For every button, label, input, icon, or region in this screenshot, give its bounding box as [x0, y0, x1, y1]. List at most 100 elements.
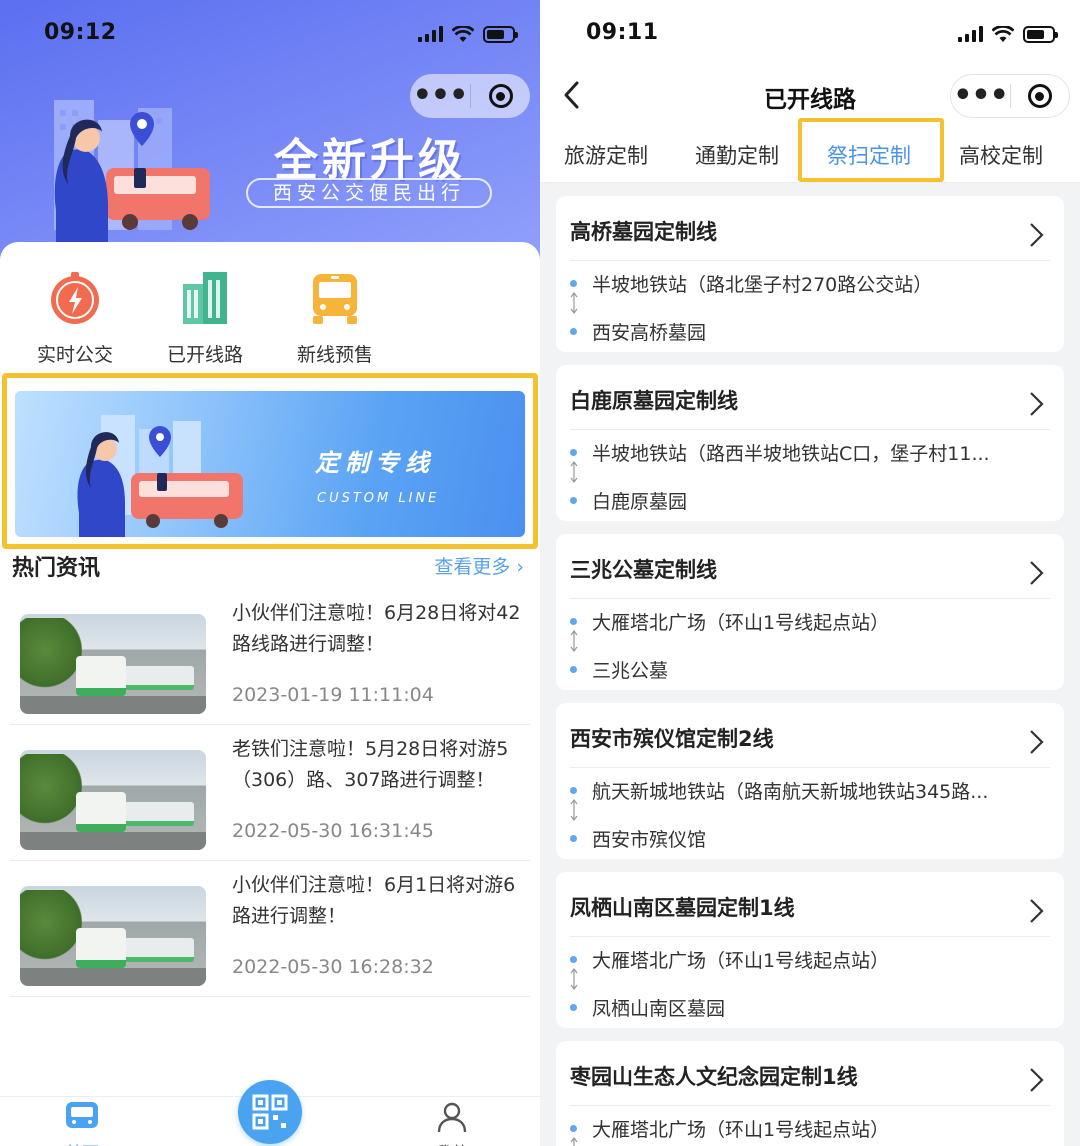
close-miniapp-icon[interactable]	[1011, 84, 1069, 108]
quick-open-routes[interactable]: 已开线路	[150, 270, 260, 367]
news-date: 2023-01-19 11:11:04	[232, 684, 434, 706]
route-card[interactable]: 凤栖山南区墓园定制1线 大雁塔北广场（环山1号线起点站） 凤栖山南区墓园	[556, 872, 1064, 1028]
hero-illustration	[54, 100, 210, 245]
quick-new-line-presale[interactable]: 新线预售	[280, 270, 390, 367]
route-card[interactable]: 三兆公墓定制线 大雁塔北广场（环山1号线起点站） 三兆公墓	[556, 534, 1064, 690]
end-dot-icon	[570, 835, 577, 842]
more-menu-icon[interactable]: •••	[951, 81, 1010, 111]
news-item[interactable]: 老铁们注意啦！5月28日将对游5（306）路、307路进行调整！ 2022-05…	[10, 726, 530, 861]
user-icon	[437, 1102, 467, 1133]
updown-arrow-icon	[570, 461, 578, 483]
quick-realtime-bus[interactable]: 实时公交	[20, 270, 130, 367]
route-origin: 大雁塔北广场（环山1号线起点站）	[592, 1119, 890, 1141]
route-name: 三兆公墓定制线	[570, 558, 717, 582]
route-card[interactable]: 高桥墓园定制线 半坡地铁站（路北堡子村270路公交站） 西安高桥墓园	[556, 196, 1064, 352]
chevron-right-icon	[1030, 392, 1044, 416]
miniapp-capsule: •••	[950, 74, 1070, 118]
route-origin: 半坡地铁站（路西半坡地铁站C口，堡子村11...	[592, 443, 990, 465]
tab-mine-label: 我的	[412, 1139, 492, 1146]
start-dot-icon	[570, 280, 577, 287]
route-card[interactable]: 西安市殡仪馆定制2线 航天新城地铁站（路南航天新城地铁站345路... 西安市殡…	[556, 703, 1064, 859]
status-time: 09:12	[44, 20, 117, 45]
end-dot-icon	[570, 497, 577, 504]
route-destination: 凤栖山南区墓园	[592, 998, 726, 1020]
chevron-right-icon	[1030, 899, 1044, 923]
news-thumbnail	[20, 614, 206, 714]
updown-arrow-icon	[570, 292, 578, 314]
news-section-header: 热门资讯 查看更多 ›	[12, 550, 524, 581]
route-destination: 西安市殡仪馆	[592, 829, 707, 851]
updown-arrow-icon	[570, 1137, 578, 1146]
route-name: 西安市殡仪馆定制2线	[570, 727, 774, 751]
start-dot-icon	[570, 1125, 577, 1132]
news-item[interactable]: 小伙伴们注意啦！6月1日将对游6路进行调整！ 2022-05-30 16:28:…	[10, 862, 530, 997]
battery-icon	[1023, 25, 1058, 43]
banner-subtitle: CUSTOM LINE	[317, 491, 440, 506]
route-card[interactable]: 白鹿原墓园定制线 半坡地铁站（路西半坡地铁站C口，堡子村11... 白鹿原墓园	[556, 365, 1064, 521]
updown-arrow-icon	[570, 799, 578, 821]
start-dot-icon	[570, 787, 577, 794]
lightning-icon	[47, 270, 103, 326]
route-origin: 大雁塔北广场（环山1号线起点站）	[592, 612, 890, 634]
route-name: 凤栖山南区墓园定制1线	[570, 896, 795, 920]
qr-code-icon	[252, 1094, 288, 1130]
bus-icon	[307, 270, 363, 326]
news-thumbnail	[20, 750, 206, 850]
route-name: 白鹿原墓园定制线	[570, 389, 738, 413]
close-miniapp-icon[interactable]	[471, 84, 530, 108]
chevron-right-icon	[1030, 223, 1044, 247]
see-more-label: 查看更多	[434, 556, 511, 578]
news-title: 老铁们注意啦！5月28日将对游5（306）路、307路进行调整！	[232, 738, 509, 791]
end-dot-icon	[570, 328, 577, 335]
custom-line-banner[interactable]: 定制专线 CUSTOM LINE	[15, 391, 525, 537]
route-card[interactable]: 枣园山生态人文纪念园定制1线 大雁塔北广场（环山1号线起点站）	[556, 1041, 1064, 1146]
highlight-frame	[798, 118, 944, 182]
news-title: 小伙伴们注意啦！6月1日将对游6路进行调整！	[232, 874, 516, 927]
wifi-icon	[452, 25, 474, 42]
banner-illustration	[77, 415, 243, 537]
start-dot-icon	[570, 956, 577, 963]
building-icon	[177, 270, 233, 326]
home-screen: 09:12 ••• 全新升级 西安公交便民出行 实时公交 已开线路 新线预售 定…	[0, 0, 540, 1146]
route-origin: 半坡地铁站（路北堡子村270路公交站）	[592, 274, 933, 296]
route-name: 枣园山生态人文纪念园定制1线	[570, 1065, 858, 1089]
battery-icon	[483, 25, 518, 43]
quick-label: 实时公交	[36, 344, 113, 366]
see-more-link[interactable]: 查看更多 ›	[434, 552, 524, 579]
route-origin: 航天新城地铁站（路南航天新城地铁站345路...	[592, 781, 989, 803]
tab-mine[interactable]: 我的	[412, 1101, 492, 1146]
tab-university-custom[interactable]: 高校定制	[959, 140, 1043, 170]
routes-screen: 09:11 已开线路 ••• 旅游定制 通勤定制 祭扫定制 高校定制 高桥墓园定…	[540, 0, 1080, 1146]
chevron-right-icon	[1030, 561, 1044, 585]
route-destination: 三兆公墓	[592, 660, 669, 682]
tab-home[interactable]: 首页	[42, 1101, 122, 1146]
status-bar-right: 09:11	[540, 0, 1080, 70]
quick-label: 已开线路	[166, 344, 243, 366]
news-item[interactable]: 小伙伴们注意啦！6月28日将对42路线路进行调整！ 2023-01-19 11:…	[10, 590, 530, 725]
tab-tourism-custom[interactable]: 旅游定制	[564, 140, 648, 170]
status-icons	[958, 22, 1058, 46]
highlight-frame: 定制专线 CUSTOM LINE	[2, 373, 538, 549]
home-bus-icon	[66, 1102, 98, 1128]
tab-commute-custom[interactable]: 通勤定制	[695, 140, 779, 170]
end-dot-icon	[570, 1004, 577, 1011]
route-destination: 白鹿原墓园	[592, 491, 688, 513]
status-icons	[418, 22, 518, 46]
hero-subtitle: 西安公交便民出行	[246, 178, 492, 208]
updown-arrow-icon	[570, 968, 578, 990]
status-bar-left: 09:12	[0, 0, 540, 70]
chevron-right-icon	[1030, 1068, 1044, 1092]
news-date: 2022-05-30 16:28:32	[232, 956, 434, 978]
route-destination: 西安高桥墓园	[592, 322, 707, 344]
route-origin: 大雁塔北广场（环山1号线起点站）	[592, 950, 890, 972]
news-thumbnail	[20, 886, 206, 986]
updown-arrow-icon	[570, 630, 578, 652]
more-menu-icon[interactable]: •••	[410, 81, 470, 111]
chevron-right-icon	[1030, 730, 1044, 754]
chevron-right-icon: ›	[516, 556, 524, 578]
scan-qr-button[interactable]	[238, 1080, 302, 1144]
signal-icon	[418, 26, 443, 42]
start-dot-icon	[570, 449, 577, 456]
signal-icon	[958, 26, 983, 42]
wifi-icon	[992, 25, 1014, 42]
